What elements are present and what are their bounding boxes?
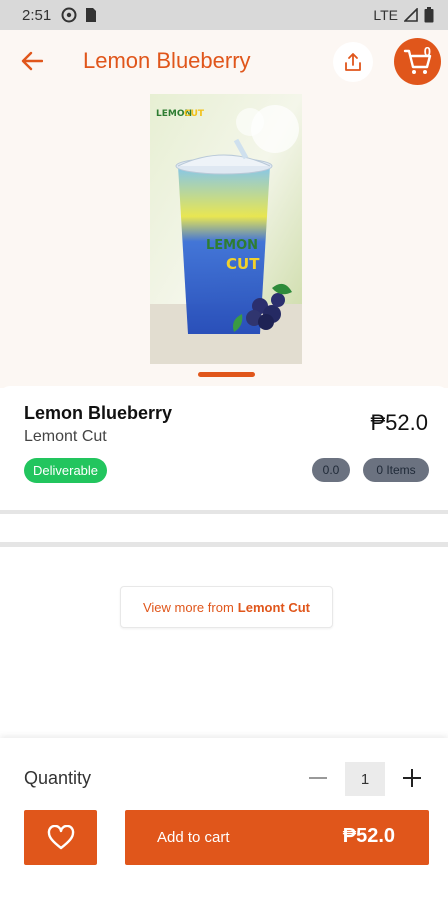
svg-text:CUT: CUT [184,109,205,119]
increase-quantity-button[interactable] [398,764,426,792]
store-name[interactable]: Lemont Cut [24,428,107,446]
network-type: LTE [373,7,398,23]
product-image: LEMON CUT LEMON CUT [150,94,302,364]
deliverable-badge: Deliverable [24,458,108,483]
quantity-value[interactable]: 1 [345,762,385,796]
carousel-indicator[interactable] [198,372,255,377]
back-button[interactable] [18,47,46,75]
view-more-store-button[interactable]: View more from Lemont Cut [120,586,333,628]
divider [0,510,448,514]
divider [0,542,448,547]
product-name: Lemon Blueberry [24,403,173,423]
status-bar: 2:51 LTE [0,0,448,30]
product-gallery[interactable]: LEMON CUT LEMON CUT [0,92,448,388]
decrease-quantity-button[interactable] [305,764,331,792]
plus-icon [403,769,421,787]
arrow-left-icon [21,51,43,71]
items-count-badge: 0 Items [363,458,429,482]
view-more-prefix: View more from [142,599,234,615]
page-title: Lemon Blueberry [83,48,251,73]
add-to-cart-button[interactable]: Add to cart ₱52.0 [125,810,429,865]
cart-count-badge: 0 [423,44,431,59]
bottom-action-panel: Quantity 1 Add to cart ₱52.0 [0,738,448,900]
vpn-icon [61,7,77,23]
view-more-store: Lemont Cut [237,599,310,615]
heart-icon [47,825,74,850]
share-button[interactable] [333,42,373,82]
quantity-label: Quantity [24,768,92,788]
product-price: ₱52.0 [370,410,429,435]
status-time: 2:51 [22,6,52,24]
svg-text:CUT: CUT [226,255,260,273]
rating-badge: 0.0 [312,458,350,482]
minus-icon [309,777,327,779]
cart-button[interactable]: 0 [394,38,441,85]
sim-card-icon [86,8,97,22]
share-icon [345,53,361,71]
app-bar: Lemon Blueberry 0 [0,30,448,92]
favorite-button[interactable] [24,810,97,865]
product-info-card: Lemon Blueberry Lemont Cut ₱52.0 Deliver… [0,386,448,510]
add-to-cart-total: ₱52.0 [342,825,395,847]
add-to-cart-label: Add to cart [157,829,230,846]
svg-text:LEMON: LEMON [206,238,258,253]
signal-icon [404,8,418,22]
battery-icon [424,7,434,23]
